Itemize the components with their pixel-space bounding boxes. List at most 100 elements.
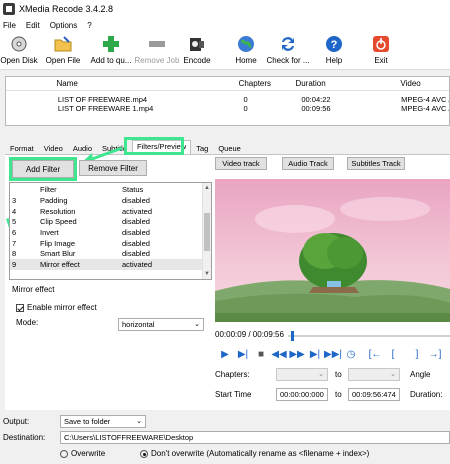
- open-file-button[interactable]: Open File: [38, 32, 88, 69]
- open-disk-button[interactable]: Open Disk: [0, 32, 38, 69]
- file-row[interactable]: LIST OF FREEWARE.mp4 0 00:04:22 MPEG-4 A…: [6, 95, 449, 104]
- mirror-effect-group-label: Mirror effect: [12, 285, 55, 294]
- menu-options[interactable]: Options: [50, 21, 78, 30]
- help-icon: ?: [325, 35, 343, 53]
- remove-filter-button[interactable]: Remove Filter: [79, 160, 147, 176]
- add-filter-button[interactable]: Add Filter: [12, 160, 74, 178]
- refresh-icon: [279, 35, 297, 53]
- menu-help[interactable]: ?: [87, 21, 91, 30]
- destination-field[interactable]: C:\Users\LISTOFFREEWARE\Desktop: [60, 431, 450, 444]
- video-preview: [215, 179, 450, 322]
- chevron-down-icon: ⌄: [136, 418, 142, 425]
- rewind-icon[interactable]: ◀◀: [271, 347, 286, 361]
- dont-overwrite-radio[interactable]: Don't overwrite (Automatically rename as…: [140, 449, 369, 458]
- chevron-down-icon: ⌄: [318, 371, 324, 378]
- scroll-up-icon[interactable]: ▲: [204, 185, 210, 191]
- player-controls: ▶ ▶| ■ ◀◀ ▶▶ ▶| ▶▶| ◷ [← [ ] →]: [218, 347, 442, 361]
- file-list-header: Name ^ Chapters Duration Video: [6, 77, 449, 91]
- start-time-field[interactable]: 00:00:00:000: [276, 388, 328, 401]
- stop-icon[interactable]: ■: [254, 347, 268, 361]
- play-icon[interactable]: ▶: [218, 347, 232, 361]
- enable-mirror-checkbox[interactable]: Enable mirror effect: [16, 303, 97, 312]
- to-label: to: [335, 370, 342, 379]
- app-icon: [3, 3, 15, 15]
- window-title: XMedia Recode 3.4.2.8: [19, 4, 114, 14]
- exit-icon: [372, 35, 390, 53]
- mode-label: Mode:: [16, 318, 39, 327]
- clock-icon[interactable]: ◷: [344, 347, 358, 361]
- set-in-icon[interactable]: [: [386, 347, 400, 361]
- filter-row[interactable]: 3 Padding disabled: [10, 195, 211, 206]
- start-time-label: Start Time: [215, 390, 252, 399]
- filter-table[interactable]: Filter Status 3 Padding disabled 4 Resoluti…: [9, 182, 212, 280]
- output-label: Output:: [3, 417, 30, 426]
- radio-button[interactable]: [60, 449, 68, 458]
- fast-forward-icon[interactable]: ▶▶: [289, 347, 304, 361]
- filter-row[interactable]: 4 Resolution activated: [10, 206, 211, 217]
- destination-label: Destination:: [3, 433, 46, 442]
- end-time-field[interactable]: 00:09:56:474: [348, 388, 400, 401]
- filter-row[interactable]: 8 Smart Blur disabled: [10, 248, 211, 259]
- chevron-down-icon: ⌄: [194, 321, 200, 328]
- column-duration[interactable]: Duration: [295, 79, 400, 88]
- mode-select[interactable]: horizontal ⌄: [118, 318, 204, 331]
- home-button[interactable]: Home: [228, 32, 264, 69]
- globe-icon: [237, 35, 255, 53]
- output-select[interactable]: Save to folder ⌄: [60, 415, 146, 428]
- column-name[interactable]: Name: [57, 79, 193, 88]
- folder-icon: [53, 35, 73, 53]
- menu-edit[interactable]: Edit: [26, 21, 40, 30]
- seek-thumb[interactable]: [290, 331, 294, 341]
- angle-label: Angle: [410, 370, 431, 379]
- mark-end-icon[interactable]: →]: [428, 347, 442, 361]
- scroll-down-icon[interactable]: ▼: [204, 271, 210, 277]
- radio-button-selected[interactable]: [140, 449, 148, 458]
- chapters-to-select[interactable]: ⌄: [348, 368, 400, 381]
- menu-bar: File Edit Options ?: [0, 18, 450, 32]
- filter-row-selected[interactable]: 9 Mirror effect activated: [10, 259, 211, 270]
- column-status[interactable]: Status: [122, 185, 182, 194]
- title-bar: XMedia Recode 3.4.2.8: [0, 0, 450, 18]
- seek-bar[interactable]: [288, 331, 450, 341]
- chevron-down-icon: ⌄: [390, 371, 396, 378]
- set-out-icon[interactable]: ]: [410, 347, 424, 361]
- tab-tag[interactable]: Tag: [191, 142, 213, 154]
- filter-table-header: Filter Status: [10, 183, 211, 195]
- audio-track-button[interactable]: Audio Track: [282, 157, 334, 170]
- minus-icon: [148, 35, 166, 53]
- chapters-label: Chapters:: [215, 370, 250, 379]
- filter-row[interactable]: 7 Flip Image disabled: [10, 238, 211, 249]
- mark-start-icon[interactable]: [←: [368, 347, 382, 361]
- help-button[interactable]: ? Help: [312, 32, 356, 69]
- remove-job-button[interactable]: Remove Job: [134, 32, 180, 69]
- video-track-button[interactable]: Video track: [215, 157, 267, 170]
- chapters-from-select[interactable]: ⌄: [276, 368, 328, 381]
- disk-icon: [10, 35, 28, 53]
- checkbox-checked[interactable]: [16, 303, 24, 312]
- filter-row[interactable]: 6 Invert disabled: [10, 227, 211, 238]
- filter-row[interactable]: 5 Clip Speed disabled: [10, 216, 211, 227]
- step-forward-icon[interactable]: ▶|: [236, 347, 250, 361]
- toolbar: Open Disk Open File Add to qu... Remove …: [0, 32, 450, 70]
- column-filter[interactable]: Filter: [40, 185, 122, 194]
- filter-table-scrollbar[interactable]: ▲ ▼: [202, 183, 211, 279]
- tab-queue[interactable]: Queue: [213, 142, 246, 154]
- duration-label: Duration:: [410, 390, 443, 399]
- file-row[interactable]: LIST OF FREEWARE 1.mp4 0 00:09:56 MPEG-4…: [6, 104, 449, 113]
- subtitles-track-button[interactable]: Subtitles Track: [347, 157, 405, 170]
- add-to-queue-button[interactable]: Add to qu...: [88, 32, 134, 69]
- menu-file[interactable]: File: [3, 21, 16, 30]
- column-chapters[interactable]: Chapters: [239, 79, 278, 88]
- encode-icon: [188, 35, 206, 53]
- plus-icon: [102, 35, 120, 53]
- check-updates-button[interactable]: Check for ...: [264, 32, 312, 69]
- svg-text:?: ?: [331, 39, 338, 51]
- column-video[interactable]: Video: [400, 79, 449, 88]
- overwrite-radio[interactable]: Overwrite: [60, 449, 105, 458]
- encode-button[interactable]: Encode: [180, 32, 214, 69]
- scroll-thumb[interactable]: [204, 213, 210, 251]
- end-icon[interactable]: ▶▶|: [324, 347, 342, 361]
- file-list[interactable]: Name ^ Chapters Duration Video LIST OF F…: [5, 76, 450, 126]
- exit-button[interactable]: Exit: [356, 32, 406, 69]
- next-frame-icon[interactable]: ▶|: [308, 347, 322, 361]
